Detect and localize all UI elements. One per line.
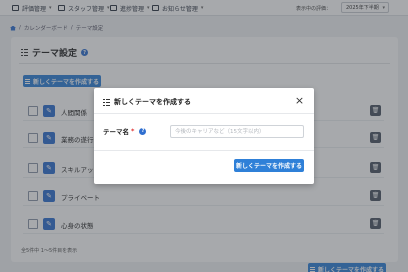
modal-header: 新しくテーマを作成する × <box>94 88 314 114</box>
close-icon[interactable]: × <box>294 95 305 106</box>
theme-name-input[interactable] <box>170 125 304 138</box>
modal-title: 新しくテーマを作成する <box>103 97 191 107</box>
theme-name-label: テーマ名 * ? <box>103 126 147 136</box>
field-label-text: テーマ名 <box>103 128 129 136</box>
submit-create-theme-button[interactable]: 新しくテーマを作成する <box>234 159 304 172</box>
create-theme-modal: 新しくテーマを作成する × テーマ名 * ? 新しくテーマを作成する <box>94 88 314 184</box>
list-icon <box>103 98 110 106</box>
required-mark: * <box>131 127 135 135</box>
divider <box>94 150 314 151</box>
help-icon[interactable]: ? <box>139 127 147 135</box>
modal-title-text: 新しくテーマを作成する <box>114 98 191 106</box>
